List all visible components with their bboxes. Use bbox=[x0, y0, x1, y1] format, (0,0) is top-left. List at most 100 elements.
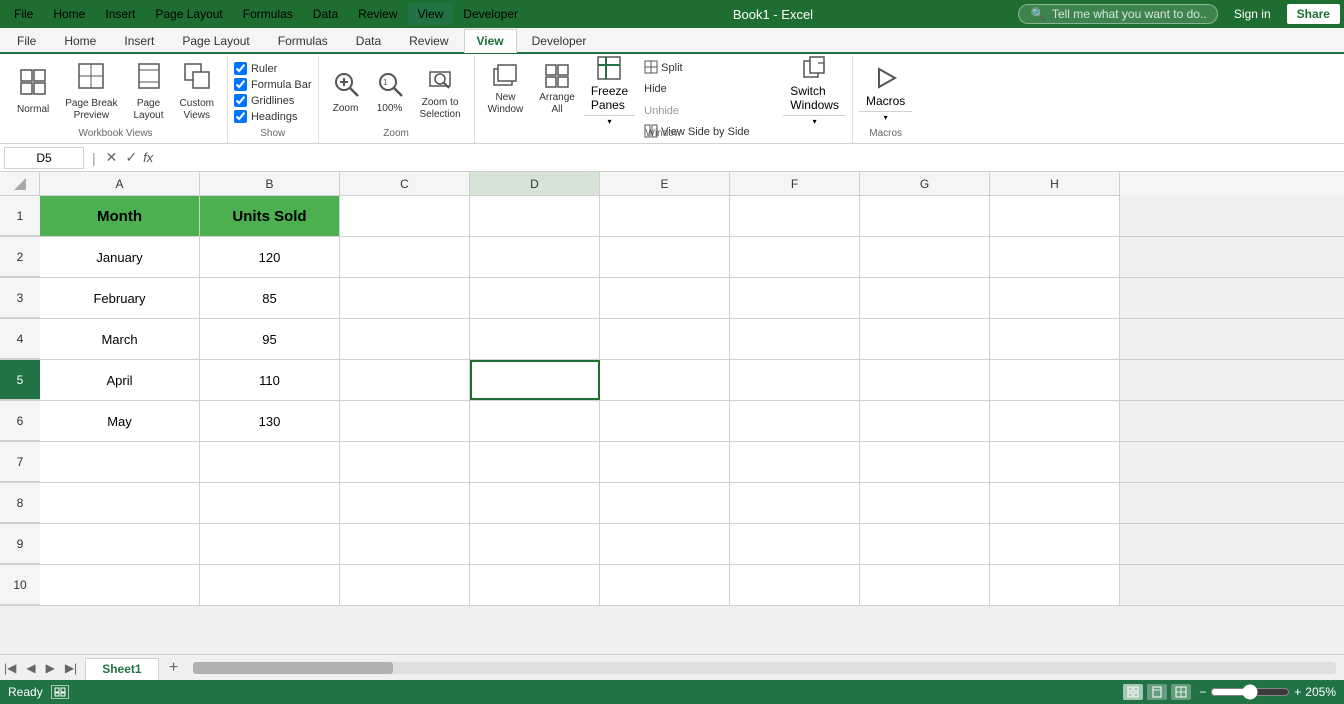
row-header-1[interactable]: 1 bbox=[0, 196, 40, 236]
cell-e4[interactable] bbox=[600, 319, 730, 359]
menu-page-layout[interactable]: Page Layout bbox=[145, 3, 232, 25]
cell-f7[interactable] bbox=[730, 442, 860, 482]
menu-view[interactable]: View bbox=[408, 3, 454, 25]
cell-b9[interactable] bbox=[200, 524, 340, 564]
cell-b10[interactable] bbox=[200, 565, 340, 605]
cell-a7[interactable] bbox=[40, 442, 200, 482]
cell-c6[interactable] bbox=[340, 401, 470, 441]
switch-windows-top[interactable]: SwitchWindows bbox=[783, 52, 846, 115]
cell-d1[interactable] bbox=[470, 196, 600, 236]
cell-c8[interactable] bbox=[340, 483, 470, 523]
cell-c9[interactable] bbox=[340, 524, 470, 564]
cell-h2[interactable] bbox=[990, 237, 1120, 277]
col-header-c[interactable]: C bbox=[340, 172, 470, 196]
cell-d9[interactable] bbox=[470, 524, 600, 564]
cell-b6[interactable]: 130 bbox=[200, 401, 340, 441]
add-sheet-button[interactable]: + bbox=[163, 657, 185, 679]
cell-g8[interactable] bbox=[860, 483, 990, 523]
cell-e7[interactable] bbox=[600, 442, 730, 482]
cell-g6[interactable] bbox=[860, 401, 990, 441]
scrollbar-thumb[interactable] bbox=[193, 662, 393, 674]
cell-e5[interactable] bbox=[600, 360, 730, 400]
cell-g7[interactable] bbox=[860, 442, 990, 482]
row-header-6[interactable]: 6 bbox=[0, 401, 40, 441]
menu-review[interactable]: Review bbox=[348, 3, 407, 25]
cell-f6[interactable] bbox=[730, 401, 860, 441]
cancel-formula-icon[interactable]: ✕ bbox=[104, 149, 120, 166]
cell-g5[interactable] bbox=[860, 360, 990, 400]
formula-bar-checkbox-label[interactable]: Formula Bar bbox=[234, 78, 312, 91]
cell-b1[interactable]: Units Sold bbox=[200, 196, 340, 236]
cell-d8[interactable] bbox=[470, 483, 600, 523]
cell-a3[interactable]: February bbox=[40, 278, 200, 318]
cell-d6[interactable] bbox=[470, 401, 600, 441]
new-window-button[interactable]: NewWindow bbox=[481, 58, 531, 120]
cell-f3[interactable] bbox=[730, 278, 860, 318]
cell-h5[interactable] bbox=[990, 360, 1120, 400]
sheet-tab-sheet1[interactable]: Sheet1 bbox=[85, 658, 158, 680]
ruler-checkbox-label[interactable]: Ruler bbox=[234, 62, 312, 75]
menu-developer[interactable]: Developer bbox=[453, 3, 528, 25]
cell-f1[interactable] bbox=[730, 196, 860, 236]
split-button[interactable]: Split bbox=[637, 58, 689, 78]
tab-home[interactable]: Home bbox=[51, 29, 109, 52]
cell-g3[interactable] bbox=[860, 278, 990, 318]
sheet-nav-prev[interactable]: ◀ bbox=[22, 659, 39, 677]
cell-b7[interactable] bbox=[200, 442, 340, 482]
hide-button[interactable]: Hide bbox=[637, 79, 781, 99]
cell-d3[interactable] bbox=[470, 278, 600, 318]
cell-b8[interactable] bbox=[200, 483, 340, 523]
cell-h6[interactable] bbox=[990, 401, 1120, 441]
cell-b5[interactable]: 110 bbox=[200, 360, 340, 400]
sheet-nav-first[interactable]: |◀ bbox=[0, 659, 20, 677]
macros-dropdown[interactable]: ▾ bbox=[859, 111, 912, 123]
cell-g10[interactable] bbox=[860, 565, 990, 605]
cell-g2[interactable] bbox=[860, 237, 990, 277]
menu-home[interactable]: Home bbox=[43, 3, 95, 25]
tab-view[interactable]: View bbox=[464, 29, 517, 53]
col-header-f[interactable]: F bbox=[730, 172, 860, 196]
cell-f8[interactable] bbox=[730, 483, 860, 523]
macros-top[interactable]: Macros bbox=[859, 61, 912, 111]
cell-e3[interactable] bbox=[600, 278, 730, 318]
zoom-100-button[interactable]: 1 100% bbox=[369, 61, 411, 123]
cell-b2[interactable]: 120 bbox=[200, 237, 340, 277]
tab-page-layout[interactable]: Page Layout bbox=[169, 29, 262, 52]
cell-h9[interactable] bbox=[990, 524, 1120, 564]
cell-d7[interactable] bbox=[470, 442, 600, 482]
tab-developer[interactable]: Developer bbox=[519, 29, 600, 52]
arrange-all-button[interactable]: ArrangeAll bbox=[532, 58, 582, 120]
fx-label[interactable]: fx bbox=[143, 150, 153, 165]
col-header-h[interactable]: H bbox=[990, 172, 1120, 196]
search-input[interactable] bbox=[1052, 7, 1207, 21]
custom-views-button[interactable]: CustomViews bbox=[173, 61, 221, 123]
switch-windows-dropdown[interactable]: ▾ bbox=[783, 115, 846, 127]
tab-data[interactable]: Data bbox=[343, 29, 394, 52]
cell-f4[interactable] bbox=[730, 319, 860, 359]
col-header-g[interactable]: G bbox=[860, 172, 990, 196]
formula-input[interactable] bbox=[157, 151, 1340, 165]
tab-insert[interactable]: Insert bbox=[111, 29, 167, 52]
col-header-d[interactable]: D bbox=[470, 172, 600, 196]
cell-h8[interactable] bbox=[990, 483, 1120, 523]
row-header-4[interactable]: 4 bbox=[0, 319, 40, 359]
cell-c3[interactable] bbox=[340, 278, 470, 318]
col-header-e[interactable]: E bbox=[600, 172, 730, 196]
page-break-view-button[interactable] bbox=[1171, 684, 1191, 700]
headings-checkbox[interactable] bbox=[234, 110, 247, 123]
cell-c1[interactable] bbox=[340, 196, 470, 236]
cell-e9[interactable] bbox=[600, 524, 730, 564]
cell-f10[interactable] bbox=[730, 565, 860, 605]
horizontal-scrollbar[interactable] bbox=[193, 662, 1336, 674]
cell-f9[interactable] bbox=[730, 524, 860, 564]
cell-e10[interactable] bbox=[600, 565, 730, 605]
zoom-slider[interactable] bbox=[1210, 684, 1290, 700]
menu-formulas[interactable]: Formulas bbox=[233, 3, 303, 25]
cell-d4[interactable] bbox=[470, 319, 600, 359]
cell-e1[interactable] bbox=[600, 196, 730, 236]
col-header-b[interactable]: B bbox=[200, 172, 340, 196]
zoom-button[interactable]: Zoom bbox=[325, 61, 367, 123]
cell-c2[interactable] bbox=[340, 237, 470, 277]
tab-file[interactable]: File bbox=[4, 29, 49, 52]
cell-e6[interactable] bbox=[600, 401, 730, 441]
